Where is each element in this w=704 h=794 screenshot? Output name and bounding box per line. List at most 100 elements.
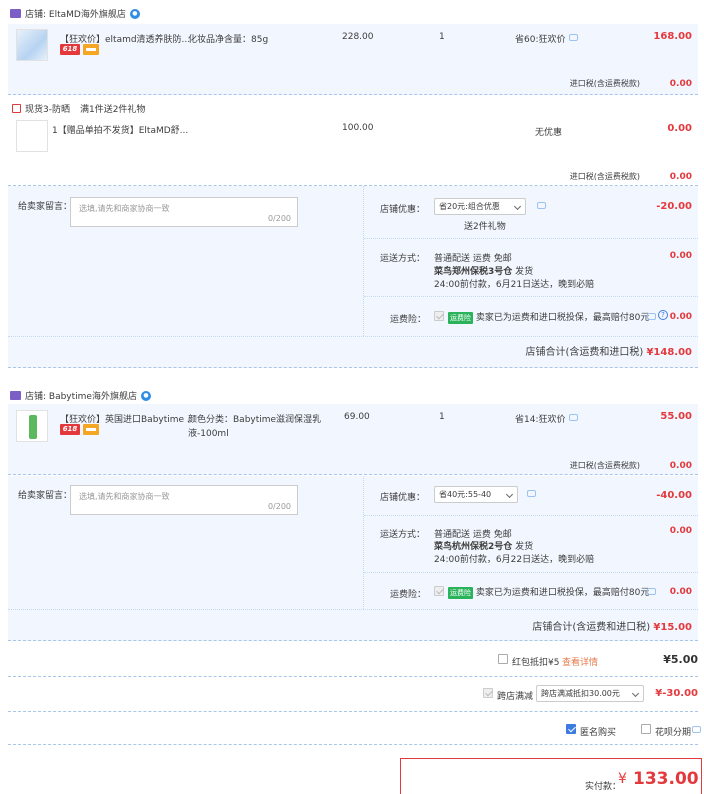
- cross-store-checkbox[interactable]: [483, 688, 493, 698]
- insurance-line: 运费险 卖家已为运费和进口税投保，最高赔付80元: [448, 310, 649, 324]
- info-icon[interactable]: [537, 202, 546, 209]
- insurance-line: 运费险 卖家已为运费和进口税投保，最高赔付80元: [448, 585, 649, 599]
- coupon-note: 送2件礼物: [464, 222, 506, 232]
- promo-618-badge: 618: [60, 44, 80, 55]
- product-thumbnail[interactable]: [16, 29, 48, 61]
- ship-label: 运送方式：: [380, 254, 426, 264]
- gift-thumbnail[interactable]: [16, 120, 48, 152]
- divider: [8, 744, 698, 745]
- item-qty: 1: [439, 412, 445, 422]
- ship-label: 运送方式：: [380, 530, 426, 540]
- shop-icon: [10, 9, 21, 18]
- info-icon[interactable]: [569, 414, 578, 421]
- tax-value: 0.00: [669, 79, 692, 89]
- ship-line3: 24:00前付款，6月22日送达，晚到必赔: [434, 555, 595, 565]
- cross-store-value: ¥-30.00: [655, 688, 698, 699]
- redpack-label: 红包抵扣¥5: [512, 658, 560, 668]
- pay-summary-box: 实付款： ¥ 133.00: [400, 758, 702, 794]
- insurance-checkbox[interactable]: [434, 586, 444, 596]
- info-icon[interactable]: [527, 490, 536, 497]
- gift-icon: [12, 104, 21, 113]
- message-input[interactable]: 选填,请先和商家协商一致 0/200: [70, 485, 298, 515]
- ship-amount: 0.00: [669, 526, 692, 536]
- divider: [364, 238, 698, 239]
- redpack-value: ¥5.00: [663, 653, 698, 666]
- shop-icon: [10, 391, 21, 400]
- insurance-text: 卖家已为运费和进口税投保，最高赔付80元: [475, 588, 650, 598]
- chat-icon[interactable]: ●: [140, 390, 151, 401]
- item-title[interactable]: 【狂欢价】eltamd清透养肤防...: [60, 32, 190, 45]
- store2-item-row: 【狂欢价】英国进口Babytime ... 618 颜色分类：Babytime滋…: [8, 404, 698, 475]
- item-sku-line1: 颜色分类：Babytime滋润保湿乳: [188, 415, 322, 425]
- help-icon[interactable]: ?: [658, 310, 668, 320]
- coupon-amount: -40.00: [656, 490, 692, 501]
- info-icon[interactable]: [647, 588, 656, 595]
- cross-store-label: 跨店满减: [497, 692, 534, 702]
- huabei-label[interactable]: 花呗分期: [655, 725, 691, 738]
- store1-options-right: 店铺优惠： 省20元:组合优惠 送2件礼物 -20.00 运送方式： 普通配送 …: [363, 186, 698, 336]
- tax-label: 进口税(含运费税款): [569, 79, 640, 88]
- divider: [8, 676, 698, 677]
- insurance-label: 运费险：: [390, 315, 427, 325]
- product-thumbnail[interactable]: [16, 410, 48, 442]
- divider: [364, 515, 698, 516]
- message-count: 0/200: [267, 502, 291, 511]
- divider: [8, 336, 698, 337]
- coupon-select[interactable]: 省20元:组合优惠: [434, 198, 526, 215]
- ship-line2: 菜鸟郑州保税3号仓 发货: [434, 264, 533, 277]
- info-icon[interactable]: [647, 313, 656, 320]
- info-icon[interactable]: [569, 34, 578, 41]
- store-total-label: 店铺合计(含运费和进口税): [525, 347, 644, 358]
- message-placeholder: 选填,请先和商家协商一致: [79, 492, 170, 501]
- store-total: 店铺合计(含运费和进口税) ¥148.00: [525, 343, 692, 358]
- ship-suffix: 发货: [515, 267, 534, 277]
- pay-label: 实付款：: [585, 782, 622, 792]
- pay-value: 133.00: [633, 769, 699, 789]
- message-count: 0/200: [267, 214, 291, 223]
- tax-value: 0.00: [669, 172, 692, 182]
- redpack-checkbox[interactable]: [498, 654, 508, 664]
- insurance-text: 卖家已为运费和进口税投保，最高赔付80元: [475, 313, 650, 323]
- item-subtotal: 168.00: [653, 31, 692, 42]
- item-title[interactable]: 【狂欢价】英国进口Babytime ...: [60, 412, 196, 425]
- gift-group-name: 现货3-防晒: [25, 105, 70, 115]
- anonymous-checkbox[interactable]: [566, 724, 576, 734]
- chat-icon[interactable]: ●: [129, 8, 140, 19]
- coupon-select[interactable]: 省40元:55-40: [434, 486, 518, 503]
- anonymous-label[interactable]: 匿名购买: [580, 725, 616, 738]
- divider: [364, 296, 698, 297]
- gift-item-row: 1【赠品单拍不发货】EltaMD舒... 100.00 无优惠 0.00 进口税…: [8, 115, 698, 185]
- item-sku: 化妆品净含量：85g: [188, 35, 269, 45]
- ship-line1: 普通配送 运费 免邮: [434, 254, 512, 264]
- item-price: 228.00: [342, 32, 374, 42]
- cross-store-select[interactable]: 跨店满减抵扣30.00元: [536, 685, 644, 702]
- store1-item-row: 【狂欢价】eltamd清透养肤防... 618 化妆品净含量：85g 228.0…: [8, 24, 698, 95]
- warehouse-name: 菜鸟郑州保税3号仓: [434, 267, 513, 277]
- store1-name[interactable]: 店铺: EltaMD海外旗舰店: [25, 7, 126, 20]
- insurance-amount: 0.00: [669, 312, 692, 322]
- coupon-label: 店铺优惠：: [380, 493, 426, 503]
- insurance-checkbox[interactable]: [434, 311, 444, 321]
- divider: [364, 572, 698, 573]
- divider: [8, 609, 698, 610]
- gift-rule: 满1件送2件礼物: [79, 105, 146, 115]
- huabei-checkbox[interactable]: [641, 724, 651, 734]
- insurance-label: 运费险：: [390, 590, 427, 600]
- tax-value: 0.00: [669, 461, 692, 471]
- warehouse-name: 菜鸟杭州保税2号仓: [434, 542, 513, 552]
- message-input[interactable]: 选填,请先和商家协商一致 0/200: [70, 197, 298, 227]
- info-icon[interactable]: [692, 726, 701, 733]
- gift-title[interactable]: 1【赠品单拍不发货】EltaMD舒...: [52, 123, 188, 136]
- item-qty: 1: [439, 32, 445, 42]
- store2-name[interactable]: 店铺: Babytime海外旗舰店: [25, 389, 137, 402]
- insurance-amount: 0.00: [669, 587, 692, 597]
- coupon-label: 店铺优惠：: [380, 205, 426, 215]
- redpack-detail-link[interactable]: 查看详情: [562, 655, 598, 668]
- pay-currency: ¥: [618, 771, 627, 787]
- store-total-value: ¥148.00: [646, 347, 692, 358]
- promo-618-badge: 618: [60, 424, 80, 435]
- ship-amount: 0.00: [669, 251, 692, 261]
- store1-header: 店铺: EltaMD海外旗舰店 ●: [10, 7, 140, 20]
- coupon-amount: -20.00: [656, 201, 692, 212]
- store2-options: 给卖家留言： 选填,请先和商家协商一致 0/200 店铺优惠： 省40元:55-…: [8, 476, 698, 641]
